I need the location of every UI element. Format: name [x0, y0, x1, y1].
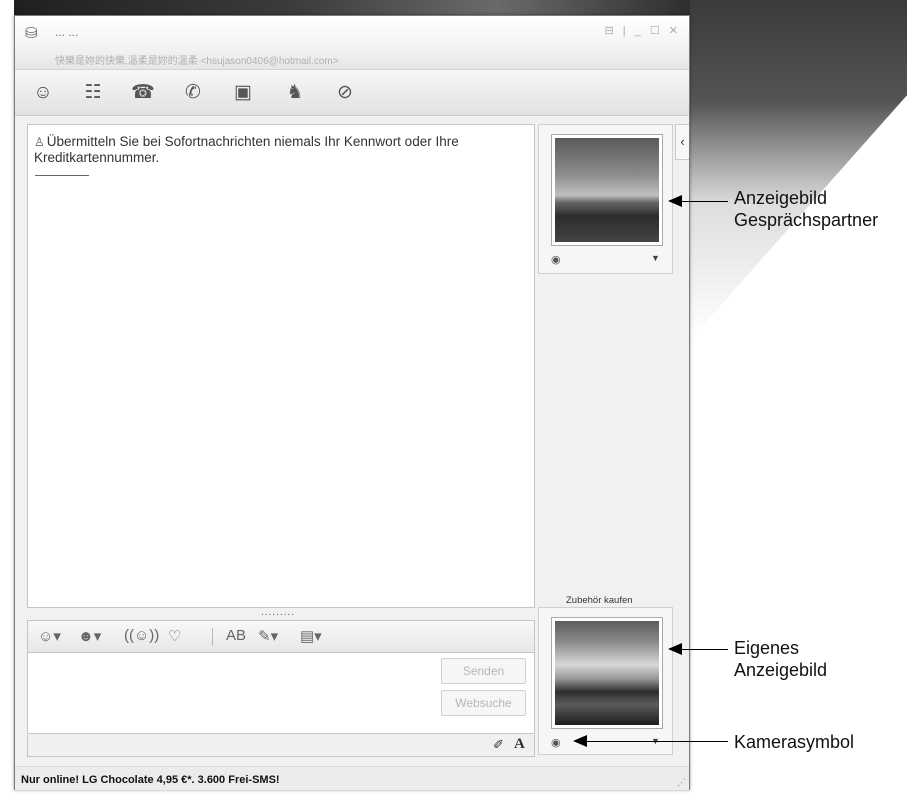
- annotation-camera-symbol: Kamerasymbol: [734, 732, 855, 752]
- contact-display-picture[interactable]: [551, 134, 663, 246]
- conversation-pane: ♙ Übermitteln Sie bei Sofortnachrichten n…: [27, 124, 535, 608]
- security-notice-text: Übermitteln Sie bei Sofortnachrichten ni…: [34, 134, 459, 165]
- handwriting-icon[interactable]: ✐: [493, 737, 504, 753]
- contact-subtitle: 快樂是妳的快樂,溫柔是妳的溫柔 <hsujason0406@hotmail.co…: [55, 56, 339, 67]
- title-bar: ⛁ ... ... 快樂是妳的快樂,溫柔是妳的溫柔 <hsujason0406@…: [15, 16, 689, 70]
- window-controls[interactable]: ⊟ | _ ☐ ✕: [605, 24, 682, 37]
- invite-icon[interactable]: ☎: [129, 80, 157, 106]
- input-mode-bar: ✐ A: [27, 735, 535, 757]
- call-icon[interactable]: ✆: [179, 80, 207, 106]
- annotation-line: [680, 201, 728, 202]
- contact-picture-panel: ◉ ▼: [538, 124, 673, 274]
- web-search-button[interactable]: Websuche: [441, 690, 526, 716]
- annotation-own-picture-line2: Anzeigebild: [734, 660, 828, 680]
- collapse-panel-button[interactable]: ‹: [675, 124, 689, 160]
- action-toolbar: ☺ ☷ ☎ ✆ ▣ ♞ ⊘: [15, 70, 689, 116]
- annotation-own-picture-line1: Eigenes: [734, 638, 800, 658]
- nudge-icon[interactable]: ((☺)): [124, 627, 159, 644]
- image-icon[interactable]: ▤▾: [300, 627, 322, 645]
- send-button[interactable]: Senden: [441, 658, 526, 684]
- games-icon[interactable]: ♞: [281, 80, 309, 106]
- picture-menu-arrow[interactable]: ▼: [651, 253, 660, 263]
- annotation-contact-picture-line1: Anzeigebild: [734, 188, 828, 208]
- annotation-line: [680, 649, 728, 650]
- own-picture-panel: ◉ ▼: [538, 607, 673, 755]
- resize-grip[interactable]: ⋰: [677, 777, 686, 788]
- status-icon: ⛁: [25, 25, 39, 42]
- background-brush-icon[interactable]: ✎▾: [258, 627, 278, 645]
- status-bar: Nur online! LG Chocolate 4,95 €*. 3.600 …: [15, 766, 689, 790]
- formatting-toolbar: ☺▾ ☻▾ ((☺)) ♡ AB ✎▾ ▤▾: [27, 620, 535, 652]
- own-display-picture[interactable]: [551, 617, 663, 729]
- video-icon[interactable]: ▣: [229, 80, 257, 106]
- voice-clip-icon[interactable]: ♡: [168, 627, 181, 645]
- font-icon[interactable]: AB: [226, 627, 246, 644]
- security-notice: ♙ Übermitteln Sie bei Sofortnachrichten n…: [34, 134, 524, 166]
- divider: [35, 175, 89, 176]
- contact-name: ... ...: [55, 25, 79, 39]
- share-contacts-icon[interactable]: ☷: [79, 80, 107, 106]
- accessories-link[interactable]: Zubehör kaufen: [566, 595, 633, 606]
- own-camera-icon[interactable]: ◉: [551, 736, 561, 749]
- emoticon-icon[interactable]: ☺▾: [38, 627, 61, 645]
- annotation-contact-picture-line2: Gesprächspartner: [734, 210, 879, 230]
- wink-icon[interactable]: ☻▾: [78, 627, 101, 645]
- text-mode-icon[interactable]: A: [514, 736, 525, 753]
- splitter-grip[interactable]: .........: [261, 607, 295, 618]
- annotation-line: [585, 741, 728, 742]
- block-icon[interactable]: ⊘: [331, 80, 359, 106]
- advert-text[interactable]: Nur online! LG Chocolate 4,95 €*. 3.600 …: [21, 774, 280, 786]
- desktop-strip: [14, 0, 704, 16]
- desktop-background: [690, 0, 907, 340]
- separator: [212, 628, 213, 646]
- info-person-icon: ♙: [34, 135, 45, 149]
- camera-icon[interactable]: ◉: [551, 253, 561, 266]
- add-contact-icon[interactable]: ☺: [29, 80, 57, 106]
